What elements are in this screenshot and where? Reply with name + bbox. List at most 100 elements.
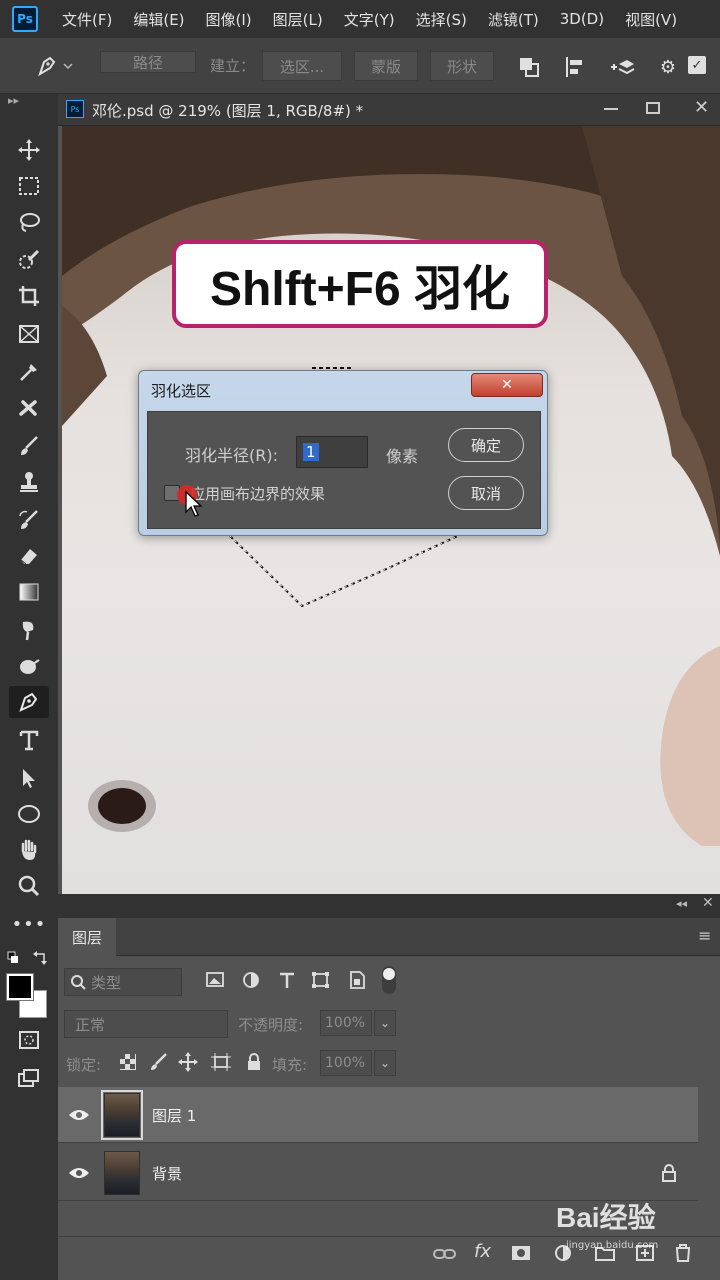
menu-type[interactable]: 文字(Y) — [344, 9, 395, 30]
menu-file[interactable]: 文件(F) — [62, 9, 112, 30]
path-selection-tool[interactable] — [9, 762, 49, 794]
eyedropper-icon — [20, 364, 37, 381]
filter-type-layers[interactable] — [276, 970, 298, 990]
opacity-input[interactable]: 100% — [320, 1010, 372, 1036]
hand-tool[interactable] — [9, 834, 49, 866]
menu-3d[interactable]: 3D(D) — [560, 10, 604, 28]
menu-image[interactable]: 图像(I) — [206, 9, 252, 30]
ok-button[interactable]: 确定 — [448, 428, 524, 462]
menu-filter[interactable]: 滤镜(T) — [488, 9, 539, 30]
blend-mode-select[interactable]: 正常 — [64, 1010, 228, 1038]
eyedropper-tool[interactable] — [9, 356, 49, 388]
feather-radius-input[interactable]: 1 — [296, 436, 368, 468]
more-tools-button[interactable]: ••• — [9, 908, 49, 940]
fill-input[interactable]: 100% — [320, 1050, 372, 1076]
brush-tool[interactable] — [9, 430, 49, 462]
ellipse-tool[interactable] — [9, 798, 49, 830]
lasso-icon — [20, 213, 40, 232]
frame-tool[interactable] — [9, 318, 49, 350]
filter-adjustment-layers[interactable] — [240, 970, 262, 990]
make-mask-label: 蒙版 — [370, 57, 401, 76]
screen-mode-button[interactable] — [9, 1062, 49, 1094]
healing-brush-tool[interactable] — [9, 392, 49, 424]
opacity-dropdown[interactable]: ⌄ — [374, 1010, 396, 1036]
gradient-tool[interactable] — [9, 576, 49, 608]
collapse-icon[interactable]: ▸▸ — [8, 94, 19, 107]
baidu-watermark-url: jingyan.baidu.com — [566, 1240, 659, 1251]
marquee-tool[interactable] — [9, 170, 49, 202]
path-alignment-button[interactable] — [560, 52, 590, 82]
filter-shape-layers[interactable] — [310, 970, 332, 990]
menu-view[interactable]: 视图(V) — [625, 9, 677, 30]
minimize-icon[interactable] — [604, 108, 618, 110]
close-icon[interactable]: ✕ — [694, 97, 709, 118]
settings-button[interactable]: ⚙ — [654, 52, 682, 82]
clone-stamp-tool[interactable] — [9, 466, 49, 498]
maximize-icon[interactable] — [646, 102, 660, 114]
history-brush-tool[interactable] — [9, 504, 49, 536]
blur-tool[interactable] — [9, 614, 49, 646]
layer-row-background[interactable]: 背景 — [58, 1145, 698, 1201]
foreground-color-swatch[interactable] — [6, 973, 34, 1001]
brush-icon — [21, 436, 38, 455]
move-icon — [18, 139, 40, 161]
make-selection-button[interactable]: 选区... — [262, 51, 342, 81]
menu-select[interactable]: 选择(S) — [416, 9, 467, 30]
ellipse-icon — [18, 805, 40, 823]
lock-position[interactable] — [178, 1052, 198, 1072]
type-tool[interactable] — [9, 724, 49, 756]
gradient-icon — [19, 583, 39, 601]
fill-dropdown[interactable]: ⌄ — [374, 1050, 396, 1076]
path-mode-select[interactable]: 路径 — [100, 51, 196, 73]
feather-radius-value: 1 — [303, 443, 319, 461]
pen-tool[interactable] — [9, 686, 49, 718]
zoom-tool[interactable] — [9, 870, 49, 902]
trash-icon[interactable] — [672, 1243, 694, 1263]
path-arrangement-button[interactable] — [604, 52, 638, 82]
photoshop-logo[interactable]: Ps — [12, 6, 38, 32]
close-panel-icon[interactable]: ✕ — [702, 895, 714, 911]
lock-all[interactable] — [244, 1052, 264, 1072]
make-shape-button[interactable]: 形状 — [430, 51, 494, 81]
filter-toggle[interactable] — [382, 966, 396, 994]
quick-mask-button[interactable] — [9, 1024, 49, 1056]
filter-smart-objects[interactable] — [346, 970, 368, 990]
lock-image-pixels[interactable] — [148, 1052, 168, 1072]
dodge-tool[interactable] — [9, 650, 49, 682]
link-layers-icon[interactable] — [432, 1245, 458, 1263]
layer-styles-icon[interactable]: fx — [474, 1241, 491, 1262]
quick-selection-tool[interactable] — [9, 244, 49, 276]
layer-filter-select[interactable]: 类型 — [64, 968, 182, 996]
crop-tool[interactable] — [9, 280, 49, 312]
add-mask-icon[interactable] — [510, 1243, 532, 1263]
layer-name[interactable]: 背景 — [152, 1163, 182, 1184]
visibility-eye-icon[interactable] — [68, 1165, 90, 1181]
collapse-panels-icon[interactable]: ◂◂ — [676, 897, 687, 910]
default-swap-colors-icon[interactable] — [6, 948, 52, 968]
menu-layer[interactable]: 图层(L) — [273, 9, 323, 30]
move-tool[interactable] — [9, 134, 49, 166]
ellipsis-icon: ••• — [11, 913, 47, 935]
path-operations-button[interactable] — [514, 52, 544, 82]
apply-canvas-bounds-label[interactable]: 应用画布边界的效果 — [190, 483, 325, 504]
pen-tool-preset-picker[interactable] — [26, 50, 82, 82]
move-icon — [178, 1052, 198, 1072]
eraser-tool[interactable] — [9, 540, 49, 572]
layer-row-layer1[interactable]: 图层 1 — [58, 1087, 698, 1143]
document-title[interactable]: 邓伦.psd @ 219% (图层 1, RGB/8#) * — [92, 100, 363, 121]
menu-edit[interactable]: 编辑(E) — [133, 9, 184, 30]
psd-file-icon: Ps — [66, 100, 84, 118]
lock-transparent-pixels[interactable] — [118, 1052, 138, 1072]
visibility-eye-icon[interactable] — [68, 1107, 90, 1123]
panel-menu-icon[interactable]: ≡ — [698, 926, 711, 945]
auto-add-delete-checkbox[interactable]: ✓ — [688, 56, 706, 74]
lock-artboard[interactable] — [210, 1052, 232, 1072]
blur-icon — [22, 621, 34, 641]
layer-name[interactable]: 图层 1 — [152, 1105, 196, 1126]
lasso-tool[interactable] — [9, 206, 49, 238]
dialog-close-button[interactable]: ✕ — [471, 373, 543, 397]
make-mask-button[interactable]: 蒙版 — [354, 51, 418, 81]
filter-pixel-layers[interactable] — [204, 970, 226, 990]
tab-layers[interactable]: 图层 — [58, 918, 116, 956]
cancel-button[interactable]: 取消 — [448, 476, 524, 510]
